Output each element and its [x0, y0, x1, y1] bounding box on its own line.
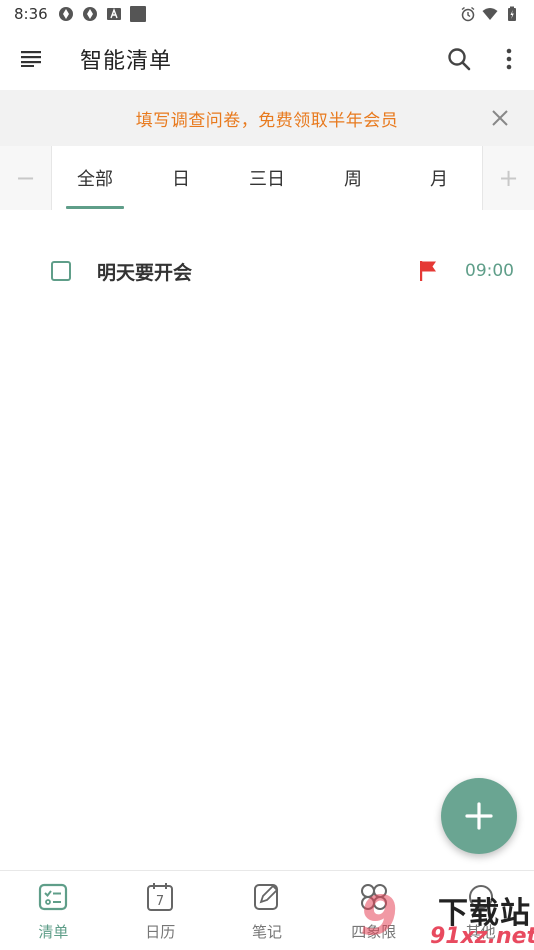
aperture-icon [58, 7, 73, 21]
task-list: 明天要开会 09:00 [0, 240, 534, 302]
nav-item-calendar[interactable]: 7 日历 [107, 871, 214, 950]
tab-label: 三日 [249, 169, 285, 190]
tab-label: 全部 [77, 169, 113, 190]
nav-label: 日历 [145, 923, 176, 941]
task-checkbox[interactable] [51, 261, 71, 281]
more-options-button[interactable] [484, 28, 534, 90]
checklist-icon [37, 881, 69, 913]
tab-month[interactable]: 月 [396, 146, 482, 210]
status-bar: 8:36 [0, 0, 534, 28]
wifi-icon [482, 8, 498, 20]
tab-list: 全部 日 三日 周 月 [52, 146, 482, 210]
hamburger-icon [21, 51, 41, 67]
calendar-day: 7 [156, 894, 164, 909]
tab-week[interactable]: 周 [310, 146, 396, 210]
task-title: 明天要开会 [97, 261, 193, 284]
a-box-icon [106, 8, 121, 20]
add-task-button[interactable] [441, 778, 517, 854]
nav-label: 笔记 [251, 923, 282, 941]
status-notification-icons [58, 6, 146, 22]
tab-day[interactable]: 日 [138, 146, 224, 210]
search-button[interactable] [434, 28, 484, 90]
plus-icon [465, 802, 493, 830]
alarm-icon [461, 6, 475, 22]
range-tabs: − 全部 日 三日 周 月 + [0, 146, 534, 210]
survey-banner[interactable]: 填写调查问卷，免费领取半年会员 [0, 90, 534, 146]
tab-label: 月 [430, 169, 448, 190]
banner-text[interactable]: 填写调查问卷，免费领取半年会员 [136, 106, 399, 131]
watermark-number: 9 [360, 884, 398, 947]
tab-add-button[interactable]: + [482, 146, 534, 210]
flag-icon [417, 259, 439, 283]
status-time: 8:36 [14, 5, 48, 23]
task-item[interactable]: 明天要开会 09:00 [0, 240, 534, 302]
nav-item-list[interactable]: 清单 [0, 871, 107, 950]
calendar-icon: 7 [144, 881, 176, 913]
close-icon [492, 110, 508, 126]
watermark-logo: 9 下载站 91xz.net [360, 884, 534, 950]
square-icon [129, 6, 146, 22]
tab-label: 周 [344, 169, 362, 190]
watermark-url: 91xz.net [430, 924, 534, 949]
more-vertical-icon [506, 48, 512, 70]
app-bar-actions [434, 28, 534, 90]
page-title: 智能清单 [80, 49, 173, 74]
nav-label: 清单 [38, 923, 69, 941]
search-icon [448, 48, 471, 71]
menu-button[interactable] [0, 28, 62, 90]
app-bar: 智能清单 [0, 28, 534, 90]
nav-item-notes[interactable]: 笔记 [214, 871, 321, 950]
active-tab-indicator [66, 206, 124, 209]
banner-close-button[interactable] [480, 98, 520, 138]
aperture-icon [82, 7, 97, 21]
battery-charging-icon [508, 6, 516, 21]
tab-three-days[interactable]: 三日 [224, 146, 310, 210]
tab-remove-button[interactable]: − [0, 146, 52, 210]
status-system-icons [460, 6, 520, 22]
note-edit-icon [251, 881, 283, 913]
tab-all[interactable]: 全部 [52, 146, 138, 210]
tab-label: 日 [172, 169, 190, 190]
task-time: 09:00 [465, 261, 514, 281]
